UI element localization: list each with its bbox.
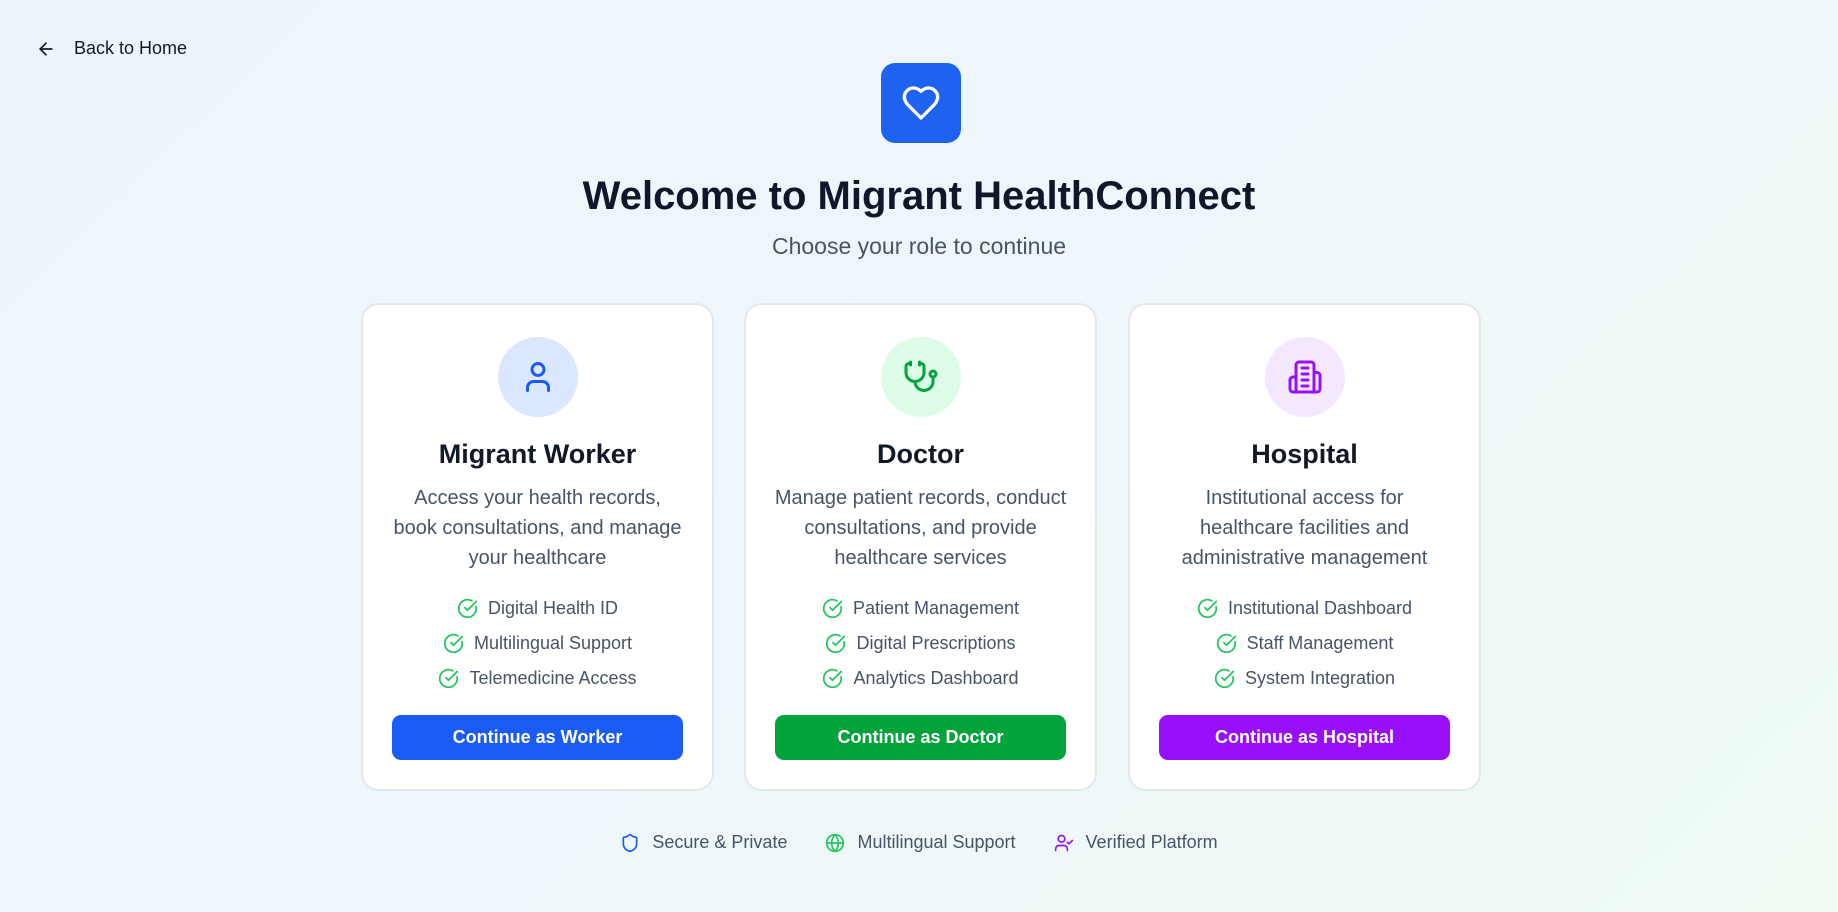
role-card-hospital: Hospital Institutional access for health… xyxy=(1128,303,1481,791)
role-card-worker: Migrant Worker Access your health record… xyxy=(361,303,714,791)
trust-badge-multilingual: Multilingual Support xyxy=(825,832,1016,853)
user-check-icon xyxy=(1054,834,1073,851)
stethoscope-icon xyxy=(904,360,937,392)
check-circle-icon xyxy=(823,668,843,689)
role-card-doctor: Doctor Manage patient records, conduct c… xyxy=(744,303,1097,791)
check-circle-icon xyxy=(826,633,846,654)
feature-item: Analytics Dashboard xyxy=(746,661,1095,696)
check-circle-icon xyxy=(439,668,459,689)
feature-label: System Integration xyxy=(1244,668,1396,688)
trust-badges: Secure & Private Multilingual Support Ve… xyxy=(0,832,1838,853)
feature-item: Multilingual Support xyxy=(363,626,712,661)
back-to-home-link[interactable]: Back to Home xyxy=(36,38,187,59)
feature-list: Institutional Dashboard Staff Management… xyxy=(1130,591,1479,696)
back-to-home-label: Back to Home xyxy=(74,38,188,58)
feature-item: Patient Management xyxy=(746,591,1095,626)
check-circle-icon xyxy=(1197,598,1218,619)
feature-label: Digital Prescriptions xyxy=(856,633,1016,653)
feature-label: Multilingual Support xyxy=(473,633,633,653)
continue-as-hospital-button[interactable]: Continue as Hospital xyxy=(1159,715,1450,760)
check-circle-icon xyxy=(1214,668,1235,689)
role-cards: Migrant Worker Access your health record… xyxy=(361,303,1481,791)
app-logo xyxy=(881,63,961,143)
feature-list: Digital Health ID Multilingual Support T… xyxy=(363,591,712,696)
feature-label: Institutional Dashboard xyxy=(1227,598,1413,618)
feature-item: Staff Management xyxy=(1130,626,1479,661)
role-icon-badge xyxy=(1264,337,1345,417)
role-description: Institutional access for healthcare faci… xyxy=(1181,487,1428,569)
feature-item: Digital Health ID xyxy=(363,591,712,626)
feature-list: Patient Management Digital Prescriptions… xyxy=(746,591,1095,696)
check-circle-icon xyxy=(822,598,843,619)
check-circle-icon xyxy=(443,633,464,654)
trust-badge-verified: Verified Platform xyxy=(1054,832,1218,853)
heart-icon xyxy=(902,86,940,120)
feature-item: Institutional Dashboard xyxy=(1130,591,1479,626)
trust-badge-secure: Secure & Private xyxy=(620,832,787,853)
role-icon-badge xyxy=(497,337,578,417)
feature-label: Staff Management xyxy=(1246,633,1394,653)
trust-badge-label: Verified Platform xyxy=(1085,832,1218,852)
check-circle-icon xyxy=(1216,633,1236,654)
feature-item: Telemedicine Access xyxy=(363,661,712,696)
feature-label: Digital Health ID xyxy=(487,598,619,618)
role-description: Access your health records, book consult… xyxy=(393,487,682,569)
user-icon xyxy=(525,362,550,392)
trust-badge-label: Secure & Private xyxy=(652,832,788,852)
page-subtitle: Choose your role to continue xyxy=(771,233,1067,259)
check-circle-icon xyxy=(457,598,478,619)
shield-icon xyxy=(622,833,638,852)
feature-item: Digital Prescriptions xyxy=(746,626,1095,661)
role-title: Doctor xyxy=(877,439,964,469)
feature-item: System Integration xyxy=(1130,661,1479,696)
arrow-left-icon xyxy=(39,41,53,56)
page-title: Welcome to Migrant HealthConnect xyxy=(582,174,1256,218)
trust-badge-label: Multilingual Support xyxy=(857,832,1016,852)
role-icon-badge xyxy=(880,337,961,417)
globe-icon xyxy=(826,833,845,852)
role-title: Migrant Worker xyxy=(438,439,637,469)
building-icon xyxy=(1288,360,1321,394)
continue-as-doctor-button[interactable]: Continue as Doctor xyxy=(775,715,1066,760)
feature-label: Patient Management xyxy=(852,598,1020,618)
continue-as-worker-button[interactable]: Continue as Worker xyxy=(392,715,683,760)
role-title: Hospital xyxy=(1251,439,1358,469)
feature-label: Analytics Dashboard xyxy=(853,668,1019,688)
feature-label: Telemedicine Access xyxy=(469,668,637,688)
role-description: Manage patient records, conduct consulta… xyxy=(774,487,1067,569)
